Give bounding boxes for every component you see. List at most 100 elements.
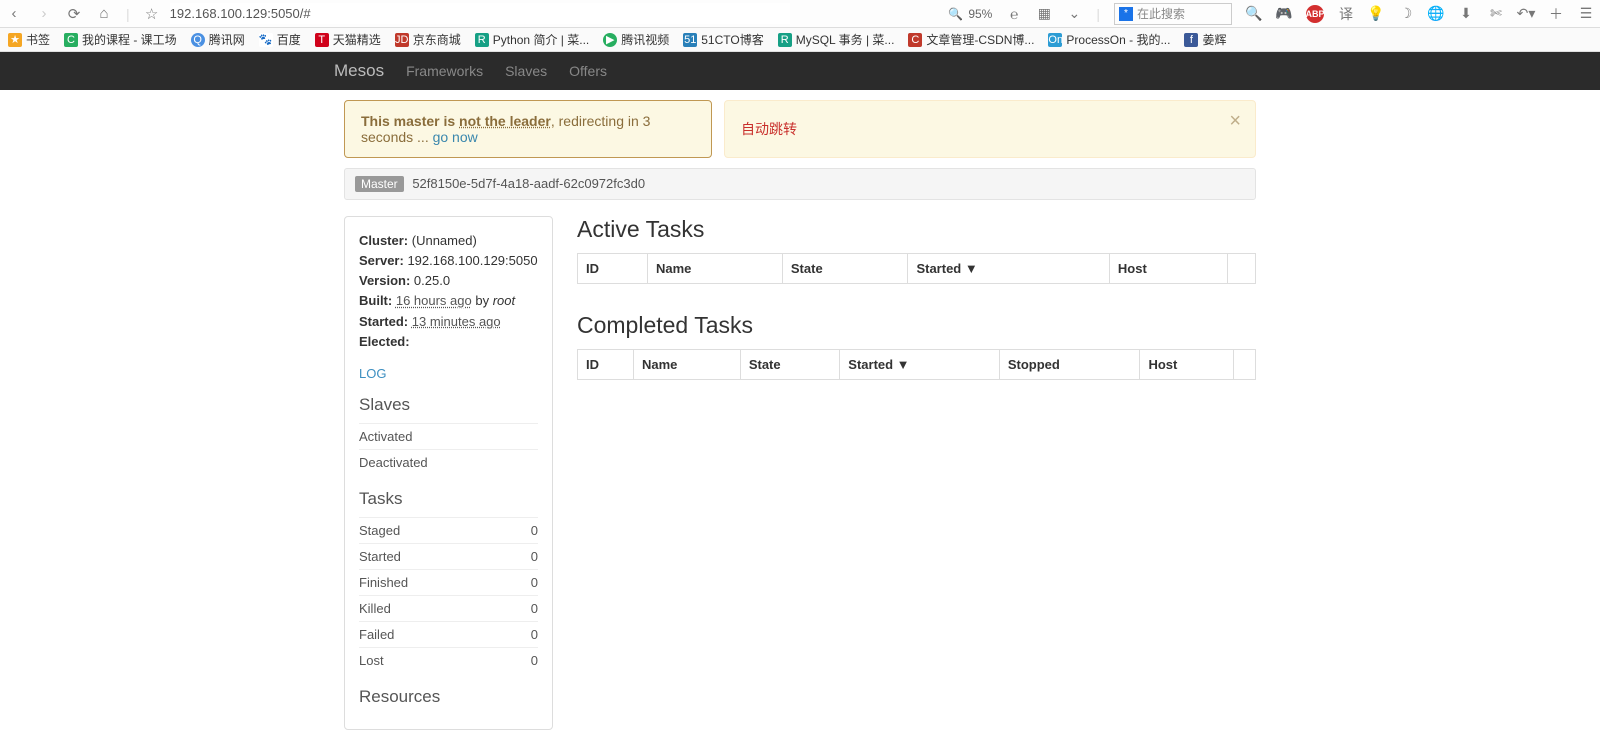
app-navbar: Mesos Frameworks Slaves Offers: [0, 52, 1600, 90]
nav-frameworks[interactable]: Frameworks: [406, 63, 483, 79]
undo-icon[interactable]: ↶▾: [1518, 6, 1534, 22]
site-icon: T: [315, 33, 329, 47]
browser-search-input[interactable]: * 在此搜索: [1114, 3, 1232, 25]
menu-icon[interactable]: ☰: [1578, 6, 1594, 22]
bookmark-item[interactable]: T天猫精选: [315, 31, 381, 48]
scissors-icon[interactable]: ✄: [1488, 6, 1504, 22]
abp-icon[interactable]: ABP: [1306, 5, 1324, 23]
magnify-icon: 🔍: [948, 7, 963, 21]
bookmark-item[interactable]: ▶腾讯视频: [603, 31, 669, 48]
table-row: Started0: [359, 543, 538, 569]
dropdown-icon[interactable]: ⌄: [1066, 6, 1082, 22]
site-icon: f: [1184, 33, 1198, 47]
table-row: Activated: [359, 423, 538, 449]
site-icon: 🐾: [259, 33, 273, 47]
site-icon: R: [778, 33, 792, 47]
alert-not-leader: This master is not the leader, redirecti…: [344, 100, 712, 158]
bookmark-item[interactable]: 🐾百度: [259, 31, 301, 48]
nav-slaves[interactable]: Slaves: [505, 63, 547, 79]
active-tasks-title: Active Tasks: [577, 216, 1256, 243]
navbar-brand[interactable]: Mesos: [334, 61, 384, 81]
refresh-icon[interactable]: ⟳: [66, 6, 82, 22]
home-icon[interactable]: ⌂: [96, 6, 112, 22]
slaves-heading: Slaves: [359, 395, 538, 415]
col-name[interactable]: Name: [634, 350, 741, 380]
log-link[interactable]: LOG: [359, 366, 538, 381]
col-host[interactable]: Host: [1109, 254, 1227, 284]
gamepad-icon[interactable]: 🎮: [1276, 6, 1292, 22]
bookmark-item[interactable]: Q腾讯网: [191, 31, 245, 48]
master-badge: Master: [355, 176, 404, 192]
ie-icon[interactable]: ℮: [1006, 6, 1022, 22]
site-icon: 51: [683, 33, 697, 47]
col-host[interactable]: Host: [1140, 350, 1234, 380]
star-icon: ★: [8, 33, 22, 47]
col-started[interactable]: Started ▼: [908, 254, 1109, 284]
col-state[interactable]: State: [782, 254, 908, 284]
star-icon[interactable]: ☆: [144, 6, 160, 22]
url-input[interactable]: [170, 3, 790, 24]
nav-offers[interactable]: Offers: [569, 63, 607, 79]
table-row: Staged0: [359, 517, 538, 543]
master-id-bar: Master 52f8150e-5d7f-4a18-aadf-62c0972fc…: [344, 168, 1256, 200]
moon-icon[interactable]: ☽: [1398, 6, 1414, 22]
site-icon: On: [1048, 33, 1062, 47]
col-stopped[interactable]: Stopped: [999, 350, 1140, 380]
bookmark-item[interactable]: ★书签: [8, 31, 50, 48]
site-icon: Q: [191, 33, 205, 47]
forward-icon[interactable]: ›: [36, 6, 52, 22]
bookmark-item[interactable]: JD京东商城: [395, 31, 461, 48]
bookmark-bar: ★书签 C我的课程 - 课工场 Q腾讯网 🐾百度 T天猫精选 JD京东商城 RP…: [0, 28, 1600, 52]
bookmark-item[interactable]: C我的课程 - 课工场: [64, 31, 177, 48]
table-row: Failed0: [359, 621, 538, 647]
bookmark-item[interactable]: f姜辉: [1184, 31, 1226, 48]
site-icon: ▶: [603, 33, 617, 47]
bookmark-item[interactable]: RPython 简介 | 菜...: [475, 31, 589, 48]
translate-icon[interactable]: 译: [1338, 6, 1354, 22]
started-value: 13 minutes ago: [412, 314, 501, 329]
slaves-table: Activated Deactivated: [359, 423, 538, 475]
plus-icon[interactable]: ＋: [1548, 6, 1564, 22]
site-icon: JD: [395, 33, 409, 47]
close-icon[interactable]: ×: [1229, 111, 1241, 131]
search-provider-icon: *: [1119, 7, 1133, 21]
zoom-value: 95%: [968, 7, 992, 21]
tasks-heading: Tasks: [359, 489, 538, 509]
weibo-icon[interactable]: 🌐: [1428, 6, 1444, 22]
table-row: Deactivated: [359, 449, 538, 475]
col-actions: [1228, 254, 1256, 284]
lightbulb-icon[interactable]: 💡: [1368, 6, 1384, 22]
resources-heading: Resources: [359, 687, 538, 707]
qr-icon[interactable]: ▦: [1036, 6, 1052, 22]
completed-tasks-title: Completed Tasks: [577, 312, 1256, 339]
col-name[interactable]: Name: [648, 254, 783, 284]
bookmark-item[interactable]: C文章管理-CSDN博...: [908, 31, 1034, 48]
table-row: Killed0: [359, 595, 538, 621]
col-state[interactable]: State: [740, 350, 839, 380]
auto-redirect-text: 自动跳转: [741, 119, 797, 139]
server-value: 192.168.100.129:5050: [407, 253, 537, 268]
built-user: root: [493, 293, 515, 308]
bookmark-item[interactable]: 5151CTO博客: [683, 31, 763, 48]
col-actions: [1234, 350, 1256, 380]
site-icon: C: [64, 33, 78, 47]
search-placeholder: 在此搜索: [1137, 5, 1227, 22]
col-id[interactable]: ID: [578, 350, 634, 380]
bookmark-item[interactable]: OnProcessOn - 我的...: [1048, 31, 1170, 48]
cluster-value: (Unnamed): [412, 233, 477, 248]
col-started[interactable]: Started ▼: [840, 350, 1000, 380]
search-icon[interactable]: 🔍: [1246, 6, 1262, 22]
page-container: This master is not the leader, redirecti…: [344, 90, 1256, 730]
tasks-summary-table: Staged0 Started0 Finished0 Killed0 Faile…: [359, 517, 538, 673]
zoom-indicator[interactable]: 🔍 95%: [948, 7, 992, 21]
active-tasks-table: ID Name State Started ▼ Host: [577, 253, 1256, 284]
built-value: 16 hours ago: [396, 293, 472, 308]
download-icon[interactable]: ⬇: [1458, 6, 1474, 22]
back-icon[interactable]: ‹: [6, 6, 22, 22]
elected-label: Elected:: [359, 334, 410, 349]
browser-toolbar: ‹ › ⟳ ⌂ | ☆ 🔍 95% ℮ ▦ ⌄ | * 在此搜索 🔍 🎮 ABP…: [0, 0, 1600, 28]
go-now-link[interactable]: go now: [433, 129, 478, 145]
bookmark-item[interactable]: RMySQL 事务 | 菜...: [778, 31, 895, 48]
version-value: 0.25.0: [414, 273, 450, 288]
col-id[interactable]: ID: [578, 254, 648, 284]
